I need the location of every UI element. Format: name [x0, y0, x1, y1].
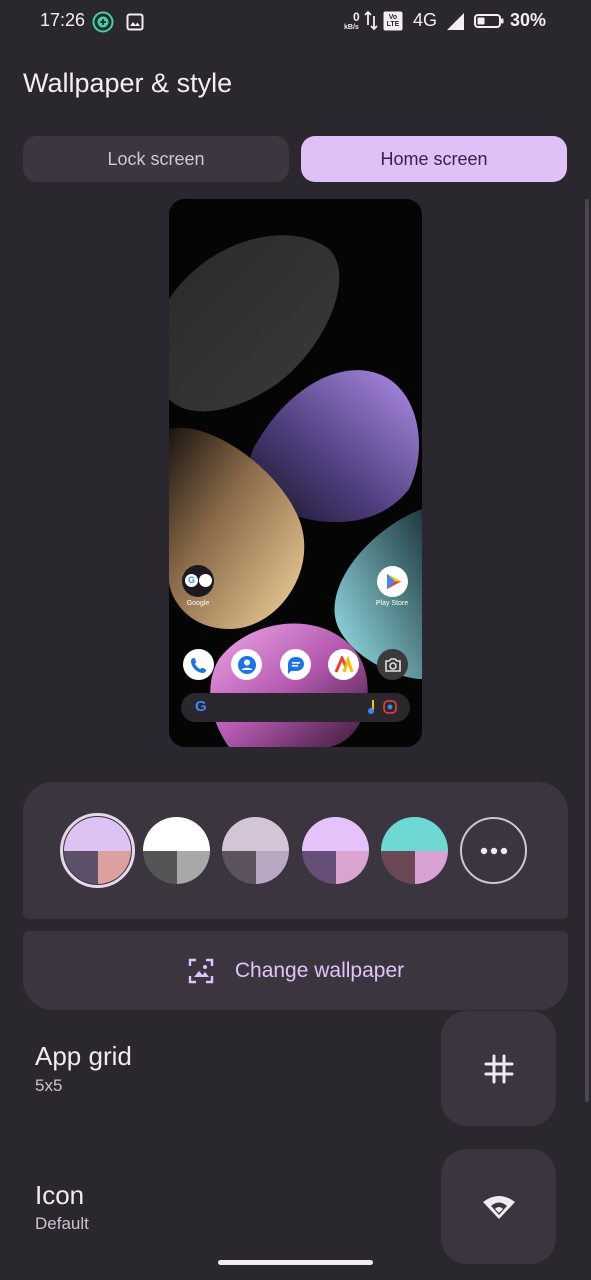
- volte-icon: Vo LTE: [383, 11, 403, 36]
- lens-icon: [383, 700, 397, 719]
- wallpaper-icon: [188, 958, 214, 983]
- palette-color-bottom-right: [97, 850, 131, 884]
- palette-color-bottom-left: [222, 850, 256, 884]
- preview-app-google: G Google: [179, 565, 217, 607]
- palette-color-top: [381, 817, 448, 851]
- preview-search-bar: G: [181, 693, 410, 722]
- icon-shape-icon: [482, 1195, 515, 1219]
- battery-icon: [474, 13, 504, 34]
- palette-color-top: [302, 817, 369, 851]
- palette-color-bottom-right: [414, 850, 448, 884]
- data-speed-unit: kB/s: [344, 24, 359, 31]
- google-g-icon: G: [195, 698, 207, 715]
- contacts-icon: [231, 649, 262, 680]
- play-store-icon: [376, 566, 408, 597]
- grid-icon: [484, 1054, 513, 1083]
- page-title: Wallpaper & style: [23, 68, 233, 98]
- palette-color-top: [222, 817, 289, 851]
- navigation-handle[interactable]: [218, 1260, 373, 1265]
- music-search-icon: [367, 699, 377, 720]
- palette-option-2[interactable]: [143, 817, 210, 884]
- gallery-notification-icon: [126, 13, 144, 36]
- palette-color-bottom-left: [381, 850, 415, 884]
- palette-option-4[interactable]: [302, 817, 369, 884]
- app-grid-title[interactable]: App grid: [35, 1041, 132, 1072]
- palette-option-3[interactable]: [222, 817, 289, 884]
- status-bar: 17:26 0 kB/s Vo LTE 4G 30%: [0, 0, 591, 44]
- status-time: 17:26: [40, 10, 86, 30]
- vpn-status-icon: [92, 11, 114, 38]
- palette-color-top: [143, 817, 210, 851]
- network-type: 4G: [413, 10, 438, 30]
- preview-app-label: Google: [186, 600, 210, 607]
- camera-icon: [377, 649, 408, 680]
- data-arrows-icon: [364, 9, 378, 38]
- data-speed-value: 0: [353, 10, 360, 24]
- app-grid-value: 5x5: [35, 1076, 63, 1095]
- more-horiz-icon: [480, 847, 507, 854]
- icon-value: Default: [35, 1214, 89, 1233]
- volte-label: Vo LTE: [386, 14, 400, 28]
- palette-color-bottom-left: [143, 850, 177, 884]
- signal-icon: [446, 12, 465, 36]
- home-screen-preview[interactable]: G Google Play Store G: [169, 199, 422, 747]
- palette-color-bottom-right: [335, 850, 369, 884]
- tab-lock-screen[interactable]: Lock screen: [23, 136, 289, 182]
- app-grid-button[interactable]: [441, 1011, 556, 1126]
- icon-shape-button[interactable]: [441, 1149, 556, 1264]
- palette-option-5[interactable]: [381, 817, 448, 884]
- color-palette-card: [23, 782, 568, 919]
- scrollbar[interactable]: [585, 199, 589, 1102]
- palette-color-bottom-left: [302, 850, 336, 884]
- palette-color-top: [64, 817, 131, 851]
- google-folder-icon: G: [182, 565, 214, 597]
- messages-icon: [280, 649, 311, 680]
- palette-color-bottom-left: [64, 850, 98, 884]
- palette-color-bottom-right: [176, 850, 210, 884]
- preview-app-label: Play Store: [375, 600, 409, 607]
- more-colors-button[interactable]: [460, 817, 527, 884]
- palette-option-1[interactable]: [64, 817, 131, 884]
- battery-percent: 30%: [510, 10, 547, 30]
- palette-color-bottom-right: [255, 850, 289, 884]
- tab-home-screen[interactable]: Home screen: [301, 136, 567, 182]
- change-wallpaper-button[interactable]: Change wallpaper: [23, 931, 568, 1010]
- news-icon: [328, 649, 359, 680]
- change-wallpaper-label: Change wallpaper: [234, 958, 405, 982]
- preview-app-play-store: Play Store: [369, 566, 415, 607]
- icon-title[interactable]: Icon: [35, 1180, 84, 1211]
- phone-icon: [183, 649, 214, 680]
